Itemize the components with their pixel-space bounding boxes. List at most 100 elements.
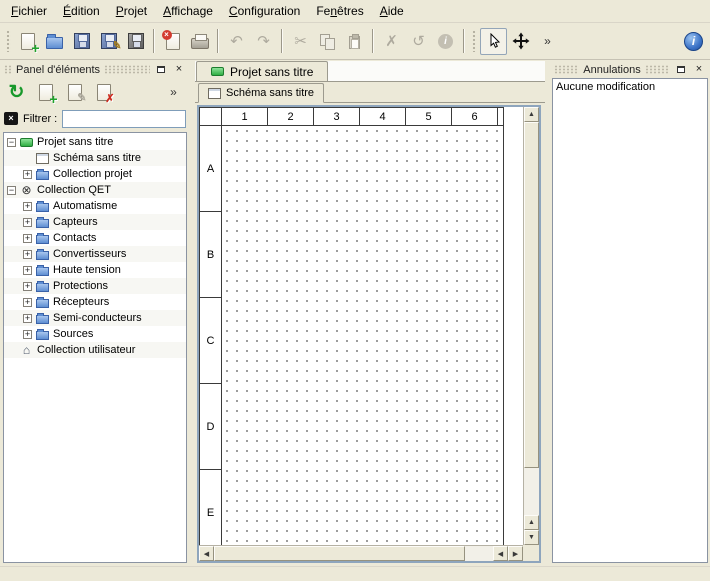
expand-expander-icon[interactable]: + xyxy=(23,218,32,227)
tree-item-recepteurs[interactable]: + Récepteurs xyxy=(4,294,186,310)
tree-item-contacts[interactable]: + Contacts xyxy=(4,230,186,246)
dock-title: Panel d'éléments xyxy=(16,64,100,76)
delete-button[interactable]: ✗ xyxy=(378,28,405,55)
dock-grip xyxy=(554,65,579,74)
tree-item-label: Convertisseurs xyxy=(53,248,126,260)
float-icon xyxy=(677,66,685,73)
save-button[interactable] xyxy=(68,28,95,55)
dock-close-button[interactable]: × xyxy=(172,63,186,76)
vertical-scroll-thumb[interactable] xyxy=(524,122,539,468)
tree-item-projet-sans-titre[interactable]: − Projet sans titre xyxy=(4,134,186,150)
delete-element-button[interactable]: ✗ xyxy=(90,79,117,106)
dock-float-button[interactable] xyxy=(154,63,168,76)
menu-aide[interactable]: Aide xyxy=(372,1,412,21)
red-x-badge-icon: ✗ xyxy=(105,94,114,105)
tab-projet-sans-titre[interactable]: Projet sans titre xyxy=(196,61,328,81)
reload-collections-button[interactable]: ↻ xyxy=(3,79,30,106)
properties-button[interactable]: i xyxy=(432,28,459,55)
reload-icon: ↻ xyxy=(9,83,25,102)
dock-float-button[interactable] xyxy=(674,63,688,76)
tree-item-haute-tension[interactable]: + Haute tension xyxy=(4,262,186,278)
undo-history-list[interactable]: Aucune modification xyxy=(552,78,708,563)
tree-item-label: Haute tension xyxy=(53,264,121,276)
menu-edition[interactable]: Édition xyxy=(55,1,108,21)
tree-item-protections[interactable]: + Protections xyxy=(4,278,186,294)
edit-element-button[interactable]: ✎ xyxy=(61,79,88,106)
project-window: Schéma sans titre 1 2 3 xyxy=(195,82,545,566)
expand-expander-icon[interactable]: + xyxy=(23,314,32,323)
menu-affichage[interactable]: Affichage xyxy=(155,1,221,21)
expand-expander-icon[interactable]: + xyxy=(23,266,32,275)
tree-item-sources[interactable]: + Sources xyxy=(4,326,186,342)
select-tool-button[interactable] xyxy=(480,28,507,55)
expand-expander-icon[interactable]: + xyxy=(23,250,32,259)
toolbar-overflow-button[interactable]: » xyxy=(534,28,561,55)
vertical-scrollbar[interactable]: ▲ ▲ ▼ xyxy=(523,107,539,545)
elements-tree[interactable]: − Projet sans titre Schéma sans titre + … xyxy=(3,132,187,563)
about-button[interactable]: i xyxy=(680,28,707,55)
menu-projet[interactable]: Projet xyxy=(108,1,155,21)
menu-fichier[interactable]: Fichier xyxy=(3,1,55,21)
expand-expander-icon[interactable]: + xyxy=(23,330,32,339)
scroll-up-button[interactable]: ▲ xyxy=(524,107,539,122)
schema-icon xyxy=(208,88,221,99)
toolbar-grip[interactable] xyxy=(472,30,477,52)
scroll-down-button[interactable]: ▼ xyxy=(524,530,539,545)
vertical-scroll-track[interactable] xyxy=(524,122,539,515)
close-project-button[interactable]: × xyxy=(159,28,186,55)
redo-button[interactable]: ↷ xyxy=(250,28,277,55)
copy-button[interactable] xyxy=(314,28,341,55)
filter-input[interactable] xyxy=(62,110,186,128)
expand-expander-icon[interactable]: + xyxy=(23,234,32,243)
save-as-button[interactable]: ✎ xyxy=(95,28,122,55)
main-toolbar: + ✎ × ↶ ↷ ✂ ✗ ↺ i xyxy=(0,23,710,60)
tree-item-collection-projet[interactable]: + Collection projet xyxy=(4,166,186,182)
expand-expander-icon[interactable]: + xyxy=(23,282,32,291)
horizontal-scrollbar[interactable]: ◀ ◀ ▶ xyxy=(199,545,523,561)
expand-expander-icon[interactable]: + xyxy=(23,298,32,307)
scroll-left-button[interactable]: ◀ xyxy=(199,546,214,561)
expand-expander-icon[interactable]: + xyxy=(23,170,32,179)
collapse-expander-icon[interactable]: − xyxy=(7,186,16,195)
tree-item-collection-utilisateur[interactable]: ⌂ Collection utilisateur xyxy=(4,342,186,358)
new-project-button[interactable]: + xyxy=(14,28,41,55)
toolbar-grip[interactable] xyxy=(6,30,11,52)
dock-close-button[interactable]: × xyxy=(692,63,706,76)
horizontal-scroll-thumb[interactable] xyxy=(214,546,465,561)
undo-dock-titlebar[interactable]: Annulations × xyxy=(552,62,708,77)
new-element-button[interactable]: + xyxy=(32,79,59,106)
rotate-button[interactable]: ↺ xyxy=(405,28,432,55)
menu-fenetres[interactable]: Fenêtres xyxy=(308,1,371,21)
diagram-canvas[interactable]: 1 2 3 4 5 6 A B C xyxy=(199,107,523,545)
tree-item-collection-qet[interactable]: − ⊗ Collection QET xyxy=(4,182,186,198)
paste-button[interactable] xyxy=(341,28,368,55)
tree-item-capteurs[interactable]: + Capteurs xyxy=(4,214,186,230)
undo-button[interactable]: ↶ xyxy=(223,28,250,55)
collapse-expander-icon[interactable]: − xyxy=(7,138,16,147)
scroll-left-button[interactable]: ◀ xyxy=(493,546,508,561)
tab-schema-sans-titre[interactable]: Schéma sans titre xyxy=(198,83,324,103)
save-all-button[interactable] xyxy=(122,28,149,55)
scroll-up-button[interactable]: ▲ xyxy=(524,515,539,530)
cut-button[interactable]: ✂ xyxy=(287,28,314,55)
clear-filter-button[interactable]: × xyxy=(4,112,18,125)
open-project-button[interactable] xyxy=(41,28,68,55)
print-button[interactable] xyxy=(186,28,213,55)
close-icon: × xyxy=(176,64,182,75)
close-icon: × xyxy=(696,64,702,75)
tree-item-automatisme[interactable]: + Automatisme xyxy=(4,198,186,214)
arrow-left-icon: ◀ xyxy=(498,550,503,558)
qet-collection-icon: ⊗ xyxy=(20,184,33,196)
tree-item-semi-conducteurs[interactable]: + Semi-conducteurs xyxy=(4,310,186,326)
expand-expander-icon[interactable]: + xyxy=(23,202,32,211)
elements-panel-titlebar[interactable]: Panel d'éléments × xyxy=(2,62,188,77)
scroll-right-button[interactable]: ▶ xyxy=(508,546,523,561)
menu-configuration[interactable]: Configuration xyxy=(221,1,308,21)
horizontal-scroll-track[interactable] xyxy=(214,546,493,561)
pan-tool-button[interactable] xyxy=(507,28,534,55)
row-header: D xyxy=(200,384,221,470)
tree-item-schema-sans-titre[interactable]: Schéma sans titre xyxy=(4,150,186,166)
dock-grip xyxy=(104,65,150,74)
tree-item-convertisseurs[interactable]: + Convertisseurs xyxy=(4,246,186,262)
panel-overflow-button[interactable]: » xyxy=(160,79,187,106)
